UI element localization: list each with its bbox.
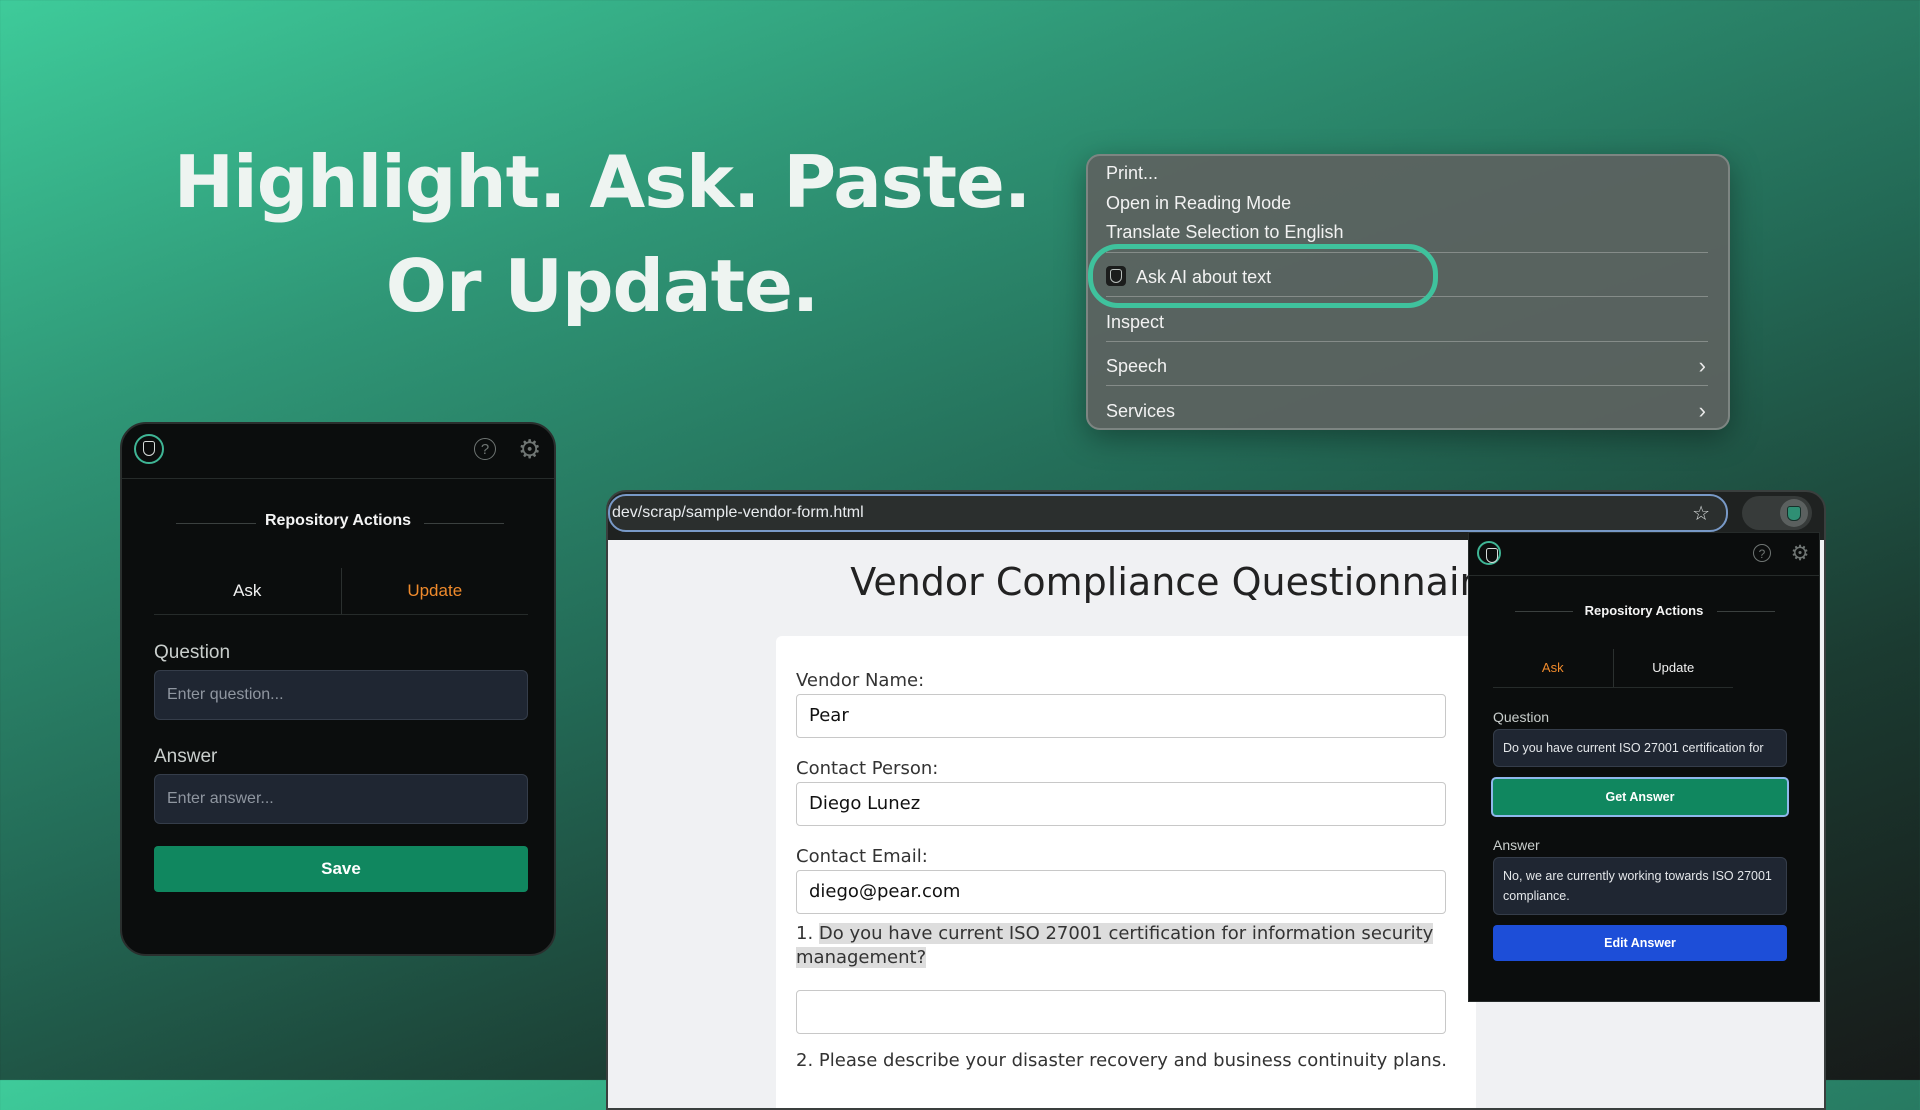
menu-separator	[1106, 341, 1708, 342]
highlight-ring	[1088, 244, 1438, 308]
hero-line-2: Or Update.	[385, 244, 820, 328]
gear-icon[interactable]: ⚙	[518, 436, 541, 462]
url-text: dev/scrap/sample-vendor-form.html	[612, 504, 864, 521]
gear-icon[interactable]: ⚙	[1789, 543, 1811, 565]
answer-label: Answer	[154, 746, 218, 767]
section-title: Repository Actions	[122, 512, 554, 530]
vendor-name-label: Vendor Name:	[796, 670, 925, 691]
divider	[176, 523, 256, 524]
side-panel: ? ⚙ Repository Actions Ask Update Questi…	[1468, 532, 1820, 1002]
save-button[interactable]: Save	[154, 846, 528, 892]
menu-item-label: Open in Reading Mode	[1106, 193, 1292, 213]
popup-header: ? ⚙	[122, 424, 554, 479]
tab-update[interactable]: Update	[1612, 649, 1734, 687]
menu-item-label: Services	[1106, 401, 1176, 421]
tab-ask[interactable]: Ask	[154, 568, 341, 614]
hero-headline: Highlight. Ask. Paste. Or Update.	[160, 130, 1044, 338]
contact-email-label: Contact Email:	[796, 846, 928, 867]
menu-item-translate[interactable]: Translate Selection to English	[1106, 217, 1708, 247]
question-2-text: 2. Please describe your disaster recover…	[796, 1050, 1447, 1071]
question-label: Question	[1493, 709, 1550, 725]
tab-update[interactable]: Update	[340, 568, 529, 614]
menu-item-reading-mode[interactable]: Open in Reading Mode	[1106, 188, 1708, 218]
side-panel-header: ? ⚙	[1469, 533, 1819, 576]
tab-ask[interactable]: Ask	[1493, 649, 1613, 687]
form-card: Vendor Name: Pear Contact Person: Diego …	[776, 636, 1476, 1108]
chevron-right-icon: ›	[1698, 353, 1706, 378]
help-icon[interactable]: ?	[1753, 544, 1771, 562]
question-input[interactable]: Enter question...	[154, 670, 528, 720]
answer-output[interactable]: No, we are currently working towards ISO…	[1493, 857, 1787, 915]
popup-tabs: Ask Update	[154, 568, 528, 615]
url-bar[interactable]: dev/scrap/sample-vendor-form.html ☆	[608, 494, 1728, 532]
star-icon[interactable]: ☆	[1692, 501, 1710, 526]
question-1-answer-input[interactable]	[796, 990, 1446, 1034]
menu-item-inspect[interactable]: Inspect	[1106, 307, 1708, 337]
vendor-name-input[interactable]: Pear	[796, 694, 1446, 738]
divider	[424, 523, 504, 524]
divider	[1717, 611, 1775, 612]
menu-separator	[1106, 385, 1708, 386]
side-tabs: Ask Update	[1493, 649, 1733, 688]
page-title: Vendor Compliance Questionnaire	[850, 560, 1498, 604]
section-title-text: Repository Actions	[1584, 603, 1704, 618]
selected-text[interactable]: Do you have current ISO 27001 certificat…	[796, 923, 1434, 968]
browser-window: dev/scrap/sample-vendor-form.html ☆ Vend…	[606, 490, 1826, 1110]
question-number: 1.	[796, 923, 814, 944]
contact-email-input[interactable]: diego@pear.com	[796, 870, 1446, 914]
answer-input[interactable]: Enter answer...	[154, 774, 528, 824]
menu-item-services[interactable]: Services ›	[1106, 396, 1708, 426]
chevron-right-icon: ›	[1698, 398, 1706, 423]
extension-button[interactable]	[1780, 499, 1808, 527]
menu-item-label: Print...	[1106, 163, 1159, 183]
menu-item-print[interactable]: Print...	[1106, 158, 1708, 188]
divider	[1515, 611, 1573, 612]
section-title-text: Repository Actions	[264, 512, 412, 529]
question-input[interactable]: Do you have current ISO 27001 certificat…	[1493, 729, 1787, 767]
menu-item-label: Inspect	[1106, 312, 1165, 332]
question-label: Question	[154, 642, 231, 663]
extension-popup: ? ⚙ Repository Actions Ask Update Questi…	[120, 422, 556, 956]
help-icon[interactable]: ?	[474, 438, 496, 460]
question-1-text: 1. Do you have current ISO 27001 certifi…	[796, 922, 1446, 970]
menu-item-label: Translate Selection to English	[1106, 222, 1344, 242]
menu-item-speech[interactable]: Speech ›	[1106, 351, 1708, 381]
hero-line-1: Highlight. Ask. Paste.	[173, 140, 1031, 224]
contact-person-label: Contact Person:	[796, 758, 939, 779]
extensions-area	[1742, 496, 1812, 530]
contact-person-input[interactable]: Diego Lunez	[796, 782, 1446, 826]
get-answer-button[interactable]: Get Answer	[1493, 779, 1787, 815]
shield-logo-icon	[134, 434, 164, 464]
answer-label: Answer	[1493, 837, 1540, 853]
edit-answer-button[interactable]: Edit Answer	[1493, 925, 1787, 961]
shield-logo-icon	[1477, 541, 1501, 565]
menu-item-label: Speech	[1106, 356, 1168, 376]
